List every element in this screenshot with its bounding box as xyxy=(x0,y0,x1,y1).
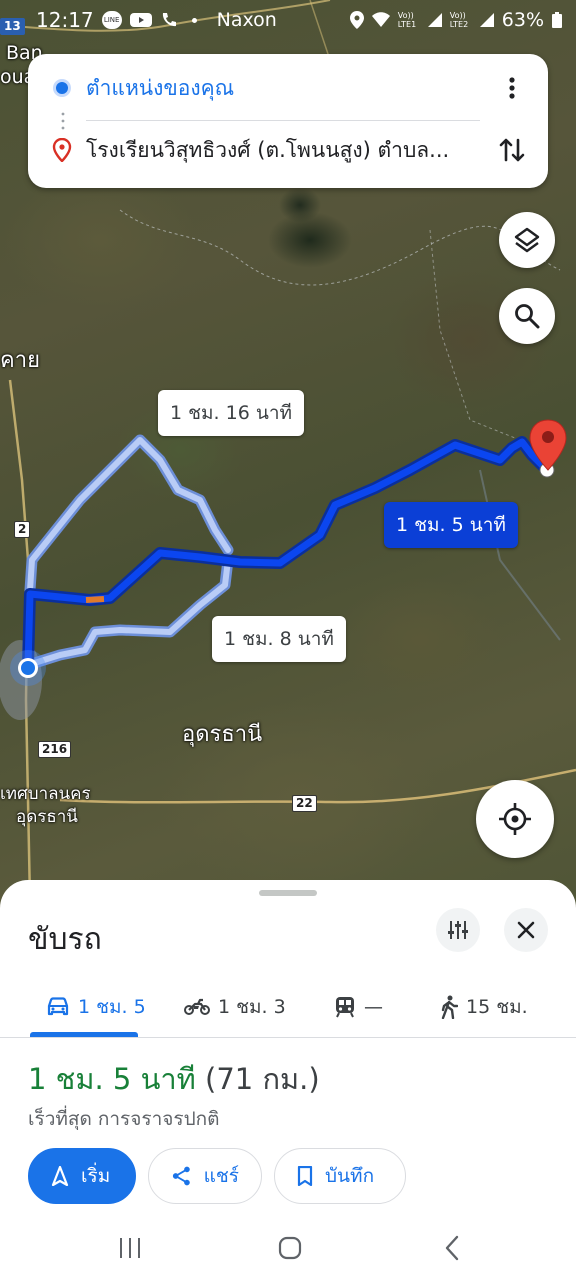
missed-call-icon xyxy=(162,13,176,27)
destination-text: โรงเรียนวิสุทธิวงศ์ (ต.โพนนสูง) ตำบล... xyxy=(86,137,450,162)
youtube-icon xyxy=(129,13,152,27)
destination-pin-small-icon xyxy=(52,138,72,162)
start-label: เริ่ม xyxy=(81,1165,111,1187)
directions-card: ตำแหน่งของคุณ โรงเรียนวิสุทธิวงศ์ (ต.โพน… xyxy=(28,54,548,188)
road-shield-2: 2 xyxy=(14,521,31,538)
route-subtitle: เร็วที่สุด การจราจรปกติ xyxy=(28,1108,220,1130)
origin-row[interactable]: ตำแหน่งของคุณ xyxy=(28,58,548,118)
tab-transit-label: — xyxy=(364,996,383,1018)
map-label-municipality-2: อุดรธานี xyxy=(16,807,78,827)
start-button[interactable]: เริ่ม xyxy=(28,1148,136,1204)
route-label-alt-2[interactable]: 1 ชม. 8 นาที xyxy=(212,616,346,662)
back-button[interactable] xyxy=(432,1230,472,1266)
action-buttons: เริ่ม แชร์ บันทึก xyxy=(28,1148,406,1204)
more-options-button[interactable] xyxy=(494,70,530,106)
close-button[interactable] xyxy=(504,908,548,952)
route-options-button[interactable] xyxy=(436,908,480,952)
tune-icon xyxy=(448,921,468,939)
tab-driving-label: 1 ชม. 5 xyxy=(78,996,146,1018)
share-icon xyxy=(172,1166,190,1186)
destination-pin-icon[interactable] xyxy=(528,418,568,472)
drag-handle[interactable] xyxy=(259,890,317,896)
wifi-icon xyxy=(371,12,390,27)
tab-driving[interactable]: 1 ชม. 5 xyxy=(46,976,146,1038)
my-location-icon xyxy=(499,803,531,835)
transit-icon xyxy=(336,997,354,1018)
share-label: แชร์ xyxy=(203,1165,239,1187)
recent-apps-button[interactable] xyxy=(110,1230,150,1266)
home-icon xyxy=(278,1236,302,1260)
bookmark-icon xyxy=(297,1166,313,1186)
status-time: 12:17 xyxy=(36,8,94,32)
tab-walking[interactable]: 15 ชม. xyxy=(440,976,528,1038)
road-shield-216: 216 xyxy=(38,741,72,758)
tab-motorcycle-label: 1 ชม. 3 xyxy=(218,996,286,1018)
route-summary: 1 ชม. 5 นาที (71 กม.) xyxy=(28,1056,320,1102)
lte2-signal: Vo)) LTE2 xyxy=(449,11,469,29)
map-label-khai: คาย xyxy=(0,348,40,373)
swap-button[interactable] xyxy=(494,132,530,168)
recents-icon xyxy=(120,1238,140,1258)
motorcycle-icon xyxy=(184,998,210,1015)
origin-text: ตำแหน่งของคุณ xyxy=(86,75,235,100)
summary-time: 1 ชม. 5 นาที xyxy=(28,1062,196,1096)
my-location-button[interactable] xyxy=(476,780,554,858)
signal-1-icon xyxy=(427,13,442,27)
road-shield-22: 22 xyxy=(292,795,317,812)
home-button[interactable] xyxy=(270,1230,310,1266)
tab-walking-label: 15 ชม. xyxy=(466,996,528,1018)
lte1-signal: Vo)) LTE1 xyxy=(397,11,417,29)
sheet-title: ขับรถ xyxy=(28,922,102,957)
status-bar: 12:17 LINE Naxon Vo)) LTE1 Vo)) LTE2 63% xyxy=(0,0,576,40)
battery-icon xyxy=(552,12,562,28)
system-nav-bar xyxy=(0,1216,576,1280)
route-label-primary[interactable]: 1 ชม. 5 นาที xyxy=(384,502,518,548)
layers-button[interactable] xyxy=(499,212,555,268)
back-icon xyxy=(445,1235,459,1261)
destination-row[interactable]: โรงเรียนวิสุทธิวงศ์ (ต.โพนนสูง) ตำบล... xyxy=(28,120,548,180)
save-button[interactable]: บันทึก xyxy=(274,1148,406,1204)
battery-percent: 63% xyxy=(501,9,544,31)
car-icon xyxy=(47,997,69,1016)
share-button[interactable]: แชร์ xyxy=(148,1148,262,1204)
map-label-udon: อุดรธานี xyxy=(182,722,263,747)
location-icon xyxy=(349,11,364,29)
layers-icon xyxy=(514,227,540,253)
summary-distance: (71 กม.) xyxy=(205,1062,320,1096)
origin-dot-icon xyxy=(53,79,71,97)
search-button[interactable] xyxy=(499,288,555,344)
line-icon: LINE xyxy=(101,11,122,29)
status-place: Naxon xyxy=(216,9,277,31)
tab-transit[interactable]: — xyxy=(334,976,383,1038)
save-label: บันทึก xyxy=(325,1165,375,1187)
swap-vert-icon xyxy=(499,138,525,162)
close-icon xyxy=(517,921,535,939)
search-icon xyxy=(515,304,540,329)
active-tab-indicator xyxy=(30,1032,138,1037)
navigation-icon xyxy=(51,1166,69,1186)
route-label-alt-1[interactable]: 1 ชม. 16 นาที xyxy=(158,390,305,436)
more-vert-icon xyxy=(509,77,515,99)
signal-2-icon xyxy=(479,13,494,27)
walk-icon xyxy=(441,995,458,1019)
notification-dot-icon xyxy=(191,17,197,23)
tab-motorcycle[interactable]: 1 ชม. 3 xyxy=(184,976,286,1038)
travel-mode-tabs: 1 ชม. 5 1 ชม. 3 — 15 ชม. xyxy=(0,976,576,1038)
